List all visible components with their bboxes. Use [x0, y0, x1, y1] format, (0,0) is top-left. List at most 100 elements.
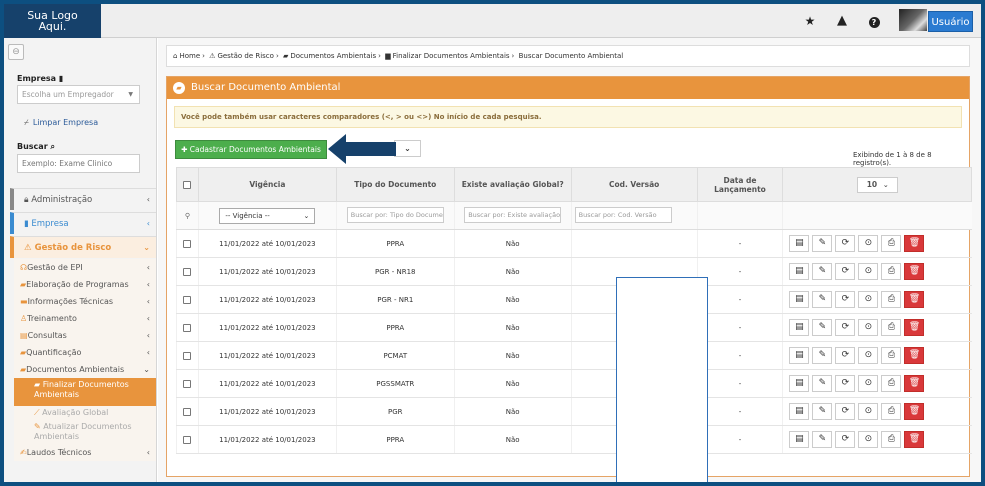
table-row[interactable]: 11/01/2022 até 10/01/2023 PPRA Não - ▤ ✎ ⟳ ⊙ ⎙ 🗑︎: [176, 229, 972, 258]
edit-icon[interactable]: ✎: [812, 291, 833, 308]
limpar-empresa-link[interactable]: ⌿ Limpar Empresa: [24, 118, 98, 128]
row-checkbox[interactable]: [183, 267, 192, 276]
list-icon[interactable]: ▤: [789, 347, 810, 364]
submenu-item-finalizar[interactable]: ▰ Finalizar Documentos Ambientais: [14, 378, 156, 406]
check-icon[interactable]: ⊙: [858, 375, 879, 392]
refresh-icon[interactable]: ⟳: [835, 235, 856, 252]
col-versao[interactable]: Cod. Versão: [570, 167, 698, 202]
print-icon[interactable]: ⎙: [881, 291, 902, 308]
row-checkbox[interactable]: [183, 323, 192, 332]
sidebar-toggle-icon[interactable]: ⊖: [8, 44, 24, 60]
refresh-icon[interactable]: ⟳: [835, 431, 856, 448]
submenu-item-elaboracao[interactable]: ▰Elaboração de Programas ‹: [14, 276, 156, 293]
edit-icon[interactable]: ✎: [812, 319, 833, 336]
trash-icon[interactable]: 🗑︎: [904, 319, 925, 336]
breadcrumb-finalizar[interactable]: Finalizar Documentos Ambientais: [393, 52, 510, 60]
row-checkbox[interactable]: [183, 435, 192, 444]
tipo-filter-input[interactable]: Buscar por: Tipo do Documento: [346, 206, 444, 223]
list-icon[interactable]: ▤: [789, 291, 810, 308]
print-icon[interactable]: ⎙: [881, 403, 902, 420]
trash-icon[interactable]: 🗑︎: [904, 403, 925, 420]
print-icon[interactable]: ⎙: [881, 431, 902, 448]
list-icon[interactable]: ▤: [789, 235, 810, 252]
versao-filter-input[interactable]: Buscar por: Cod. Versão: [574, 206, 672, 223]
table-row[interactable]: 11/01/2022 até 10/01/2023 PGSSMATR Não - ▤ ✎ ⟳…: [176, 369, 972, 398]
check-icon[interactable]: ⊙: [858, 431, 879, 448]
edit-icon[interactable]: ✎: [812, 403, 833, 420]
row-checkbox[interactable]: [183, 379, 192, 388]
edit-icon[interactable]: ✎: [812, 431, 833, 448]
refresh-icon[interactable]: ⟳: [835, 291, 856, 308]
trash-icon[interactable]: 🗑︎: [904, 347, 925, 364]
refresh-icon[interactable]: ⟳: [835, 403, 856, 420]
table-row[interactable]: 11/01/2022 até 10/01/2023 PCMAT Não - ▤ ✎ ⟳ ⊙ ⎙ 🗑…: [176, 341, 972, 370]
submenu-item-avaliacao[interactable]: ⟋ Avaliação Global: [14, 406, 156, 420]
row-checkbox[interactable]: [183, 295, 192, 304]
avaliacao-filter-input[interactable]: Buscar por: Existe avaliação Global?: [464, 206, 562, 223]
table-row[interactable]: 11/01/2022 até 10/01/2023 PGR - NR1 Não - ▤ ✎…: [176, 285, 972, 314]
list-icon[interactable]: ▤: [789, 375, 810, 392]
print-icon[interactable]: ⎙: [881, 319, 902, 336]
submenu-item-epi[interactable]: ☊Gestão de EPI ‹: [14, 259, 156, 276]
avatar[interactable]: [899, 9, 927, 31]
edit-icon[interactable]: ✎: [812, 375, 833, 392]
menu-item-empresa[interactable]: ▮ Empresa ‹: [10, 212, 156, 234]
submenu-item-atualizar[interactable]: ✎ Atualizar Documentos Ambientais: [14, 420, 156, 444]
trash-icon[interactable]: 🗑︎: [904, 431, 925, 448]
refresh-icon[interactable]: ⟳: [835, 347, 856, 364]
warning-icon[interactable]: ▲: [834, 13, 850, 29]
menu-item-administracao[interactable]: 🔒︎ Administração ‹: [10, 188, 156, 210]
list-icon[interactable]: ▤: [789, 319, 810, 336]
col-tipo[interactable]: Tipo do Documento: [335, 167, 455, 202]
submenu-item-quantificacao[interactable]: ▰Quantificação ‹: [14, 344, 156, 361]
print-icon[interactable]: ⎙: [881, 375, 902, 392]
check-icon[interactable]: ⊙: [858, 263, 879, 280]
menu-item-gestao-risco[interactable]: ⚠ Gestão de Risco ⌄: [10, 236, 156, 258]
refresh-icon[interactable]: ⟳: [835, 319, 856, 336]
add-document-button[interactable]: ✚ Cadastrar Documentos Ambientais: [175, 140, 327, 159]
print-icon[interactable]: ⎙: [881, 263, 902, 280]
trash-icon[interactable]: 🗑︎: [904, 263, 925, 280]
edit-icon[interactable]: ✎: [812, 235, 833, 252]
list-icon[interactable]: ▤: [789, 403, 810, 420]
table-row[interactable]: 11/01/2022 até 10/01/2023 PPRA Não - ▤ ✎ ⟳ ⊙ ⎙ 🗑︎: [176, 425, 972, 454]
per-page-select[interactable]: 10 ⌄: [856, 176, 898, 193]
check-icon[interactable]: ⊙: [858, 291, 879, 308]
check-icon[interactable]: ⊙: [858, 347, 879, 364]
trash-icon[interactable]: 🗑︎: [904, 375, 925, 392]
star-icon[interactable]: ★: [802, 13, 818, 29]
list-icon[interactable]: ▤: [789, 263, 810, 280]
submenu-item-laudos[interactable]: ✍Laudos Técnicos ‹: [14, 444, 156, 461]
user-button[interactable]: Usuário: [928, 11, 973, 32]
print-icon[interactable]: ⎙: [881, 347, 902, 364]
logo[interactable]: Sua Logo Aqui.: [4, 4, 101, 38]
row-checkbox[interactable]: [183, 351, 192, 360]
table-row[interactable]: 11/01/2022 até 10/01/2023 PGR Não - ▤ ✎ ⟳ ⊙ ⎙ 🗑︎: [176, 397, 972, 426]
submenu-item-documentos[interactable]: ▰Documentos Ambientais ⌄: [14, 361, 156, 378]
help-icon[interactable]: ?: [866, 13, 882, 29]
list-icon[interactable]: ▤: [789, 431, 810, 448]
row-checkbox[interactable]: [183, 239, 192, 248]
table-row[interactable]: 11/01/2022 até 10/01/2023 PPRA Não - ▤ ✎ ⟳ ⊙ ⎙ 🗑︎: [176, 313, 972, 342]
breadcrumb-home[interactable]: Home: [179, 52, 200, 60]
check-icon[interactable]: ⊙: [858, 319, 879, 336]
col-data[interactable]: Data de Lançamento: [696, 167, 784, 202]
submenu-item-consultas[interactable]: ▤Consultas ‹: [14, 327, 156, 344]
check-icon[interactable]: ⊙: [858, 235, 879, 252]
table-row[interactable]: 11/01/2022 até 10/01/2023 PGR - NR18 Não - ▤…: [176, 257, 972, 286]
check-icon[interactable]: ⊙: [858, 403, 879, 420]
trash-icon[interactable]: 🗑︎: [904, 235, 925, 252]
vigencia-filter[interactable]: -- Vigência -- ⌄: [219, 207, 316, 224]
search-input[interactable]: Exemplo: Exame Clinico: [17, 154, 140, 173]
submenu-item-informacoes[interactable]: ▬Informações Técnicas ‹: [14, 293, 156, 310]
col-vigencia[interactable]: Vigência: [197, 167, 337, 202]
col-avaliacao[interactable]: Existe avaliação Global?: [453, 167, 572, 202]
row-checkbox[interactable]: [183, 407, 192, 416]
select-all-checkbox[interactable]: [183, 181, 192, 189]
edit-icon[interactable]: ✎: [812, 263, 833, 280]
breadcrumb-gestao[interactable]: Gestão de Risco: [217, 52, 273, 60]
submenu-item-treinamento[interactable]: ♙Treinamento ‹: [14, 310, 156, 327]
empresa-select[interactable]: Escolha um Empregador ▼: [17, 85, 140, 104]
edit-icon[interactable]: ✎: [812, 347, 833, 364]
print-icon[interactable]: ⎙: [881, 235, 902, 252]
